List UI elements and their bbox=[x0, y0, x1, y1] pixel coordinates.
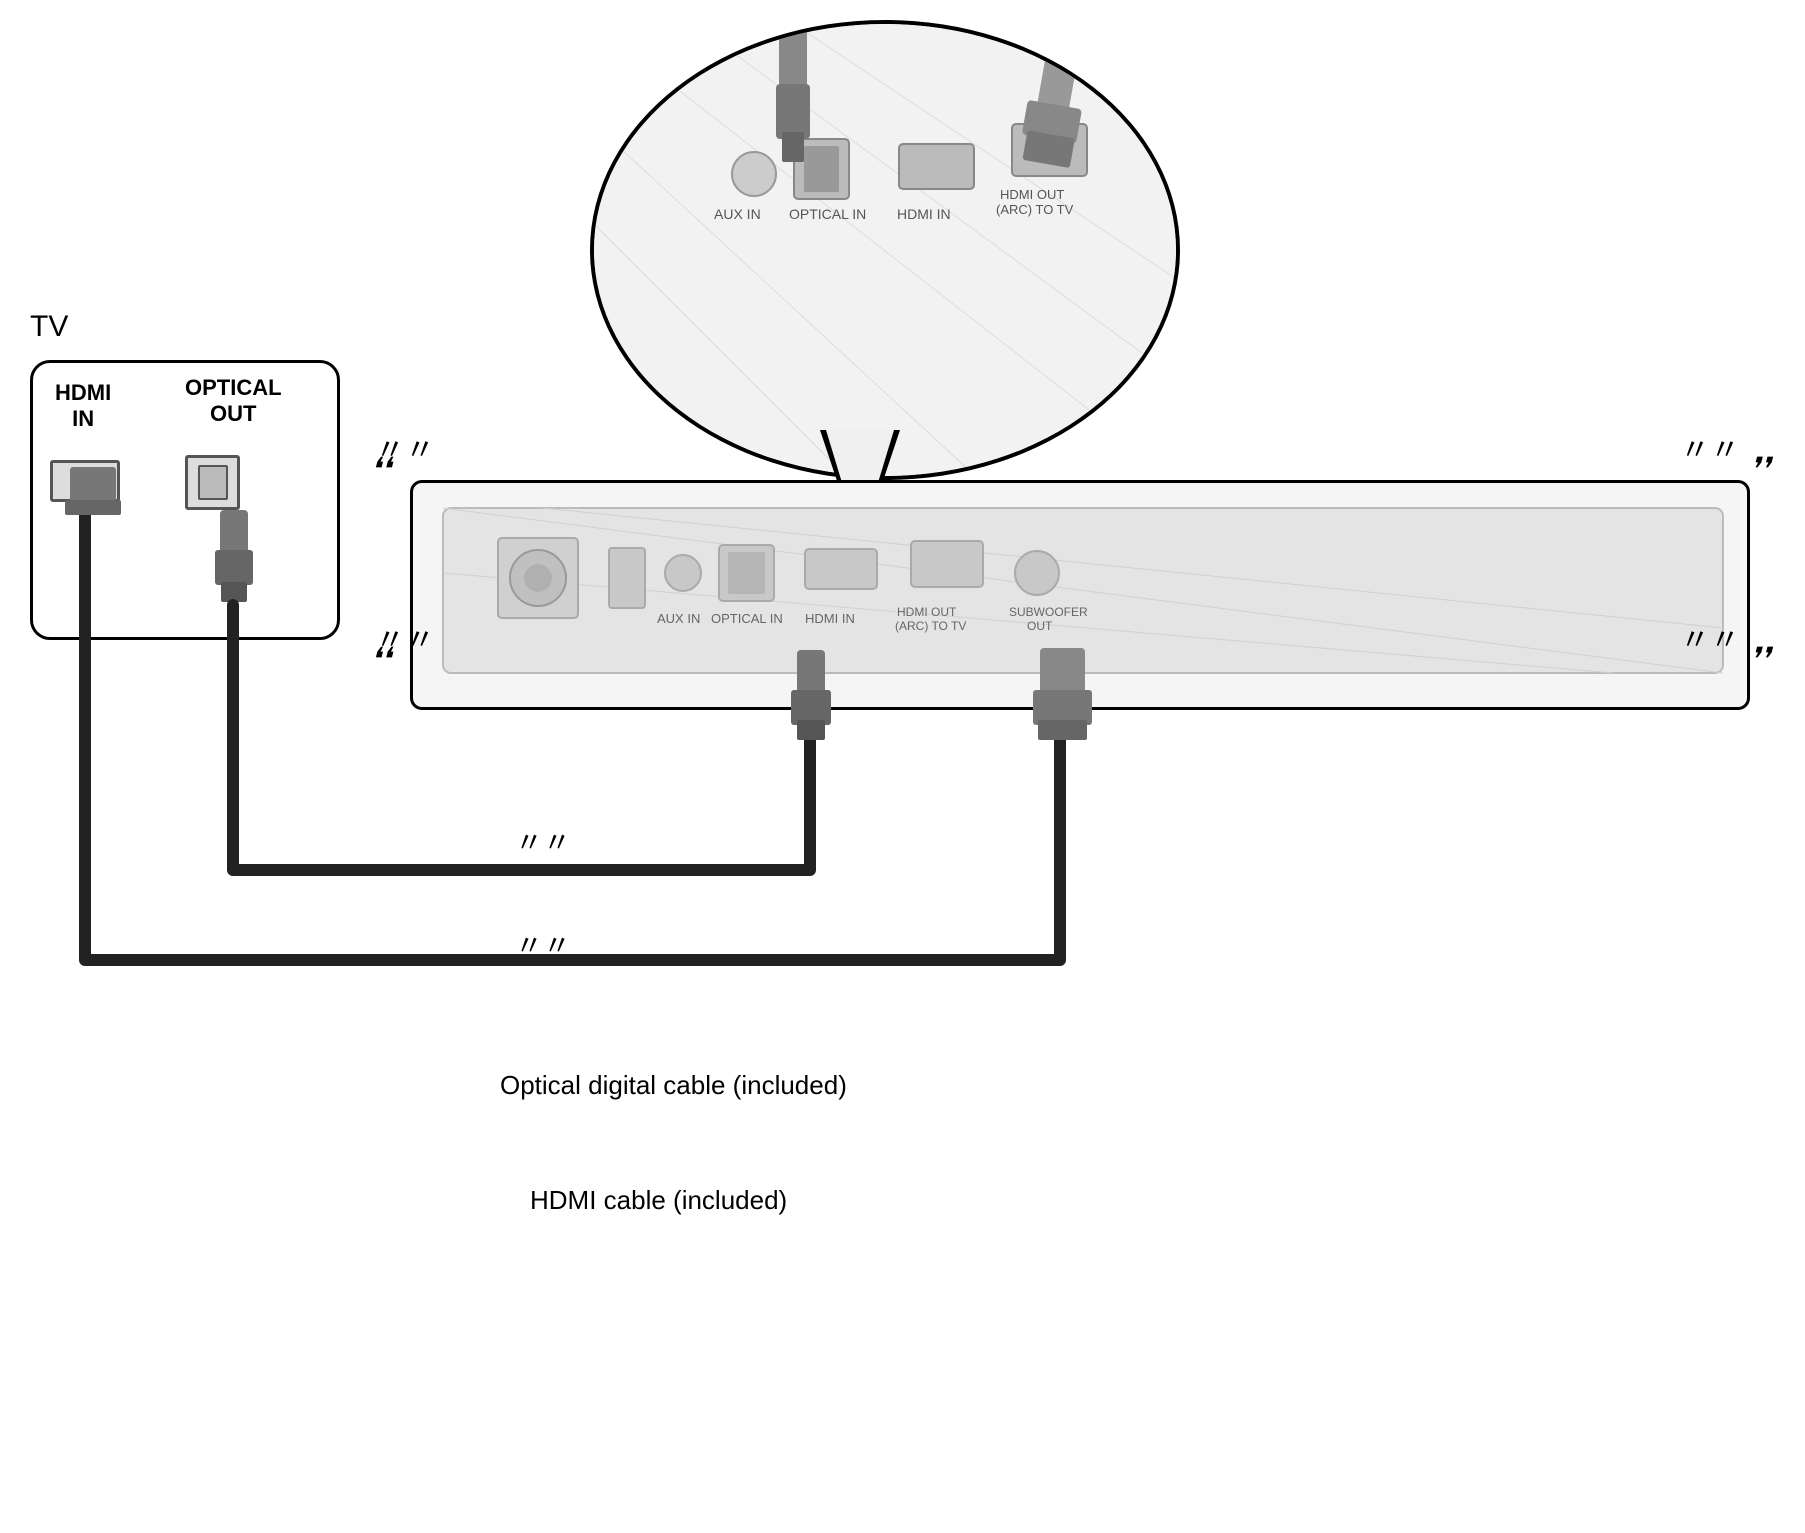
svg-text:〃〃: 〃〃 bbox=[1680, 434, 1740, 467]
tv-hdmi-port bbox=[50, 460, 120, 502]
diagram: TV HDMIIN OPTICALOUT AUX IN OPTICAL IN bbox=[0, 0, 1805, 1533]
tv-label: TV bbox=[30, 310, 68, 344]
hdmi-cable-label: HDMI cable (included) bbox=[530, 1185, 787, 1216]
zoom-circle: AUX IN OPTICAL IN HDMI IN HDMI OUT (ARC)… bbox=[590, 20, 1180, 480]
svg-text:〃〃: 〃〃 bbox=[515, 827, 571, 858]
wave-right-bottom: ❜❜ bbox=[1749, 640, 1770, 678]
svg-text:HDMI OUT: HDMI OUT bbox=[1000, 187, 1064, 202]
svg-text:〃〃: 〃〃 bbox=[515, 930, 571, 961]
wave-left-bottom: ❛❛ bbox=[370, 640, 391, 678]
tv-optical-out-label: OPTICALOUT bbox=[185, 375, 282, 428]
optical-cable-label: Optical digital cable (included) bbox=[500, 1070, 847, 1101]
svg-text:OPTICAL IN: OPTICAL IN bbox=[789, 206, 866, 222]
svg-text:OUT: OUT bbox=[1027, 619, 1053, 633]
svg-text:HDMI IN: HDMI IN bbox=[897, 206, 951, 222]
svg-text:(ARC) TO TV: (ARC) TO TV bbox=[895, 619, 966, 633]
zoom-svg: AUX IN OPTICAL IN HDMI IN HDMI OUT (ARC)… bbox=[594, 24, 1180, 480]
wave-left-top: ❛❛ bbox=[370, 450, 391, 488]
svg-text:SUBWOOFER: SUBWOOFER bbox=[1009, 605, 1088, 619]
tv-hdmi-in-label: HDMIIN bbox=[55, 380, 111, 433]
tv-optical-port bbox=[185, 455, 240, 510]
svg-text:HDMI OUT: HDMI OUT bbox=[897, 605, 957, 619]
svg-text:(ARC) TO TV: (ARC) TO TV bbox=[996, 202, 1074, 217]
tv-optical-port-inner bbox=[198, 465, 228, 500]
soundbar-box: AUX IN OPTICAL IN HDMI IN HDMI OUT (ARC)… bbox=[410, 480, 1750, 710]
svg-text:AUX IN: AUX IN bbox=[714, 206, 761, 222]
svg-text:AUX IN: AUX IN bbox=[657, 611, 700, 626]
svg-text:HDMI IN: HDMI IN bbox=[805, 611, 855, 626]
wave-right-top: ❜❜ bbox=[1749, 450, 1770, 488]
svg-text:OPTICAL IN: OPTICAL IN bbox=[711, 611, 783, 626]
soundbar-svg: AUX IN OPTICAL IN HDMI IN HDMI OUT (ARC)… bbox=[413, 483, 1753, 713]
